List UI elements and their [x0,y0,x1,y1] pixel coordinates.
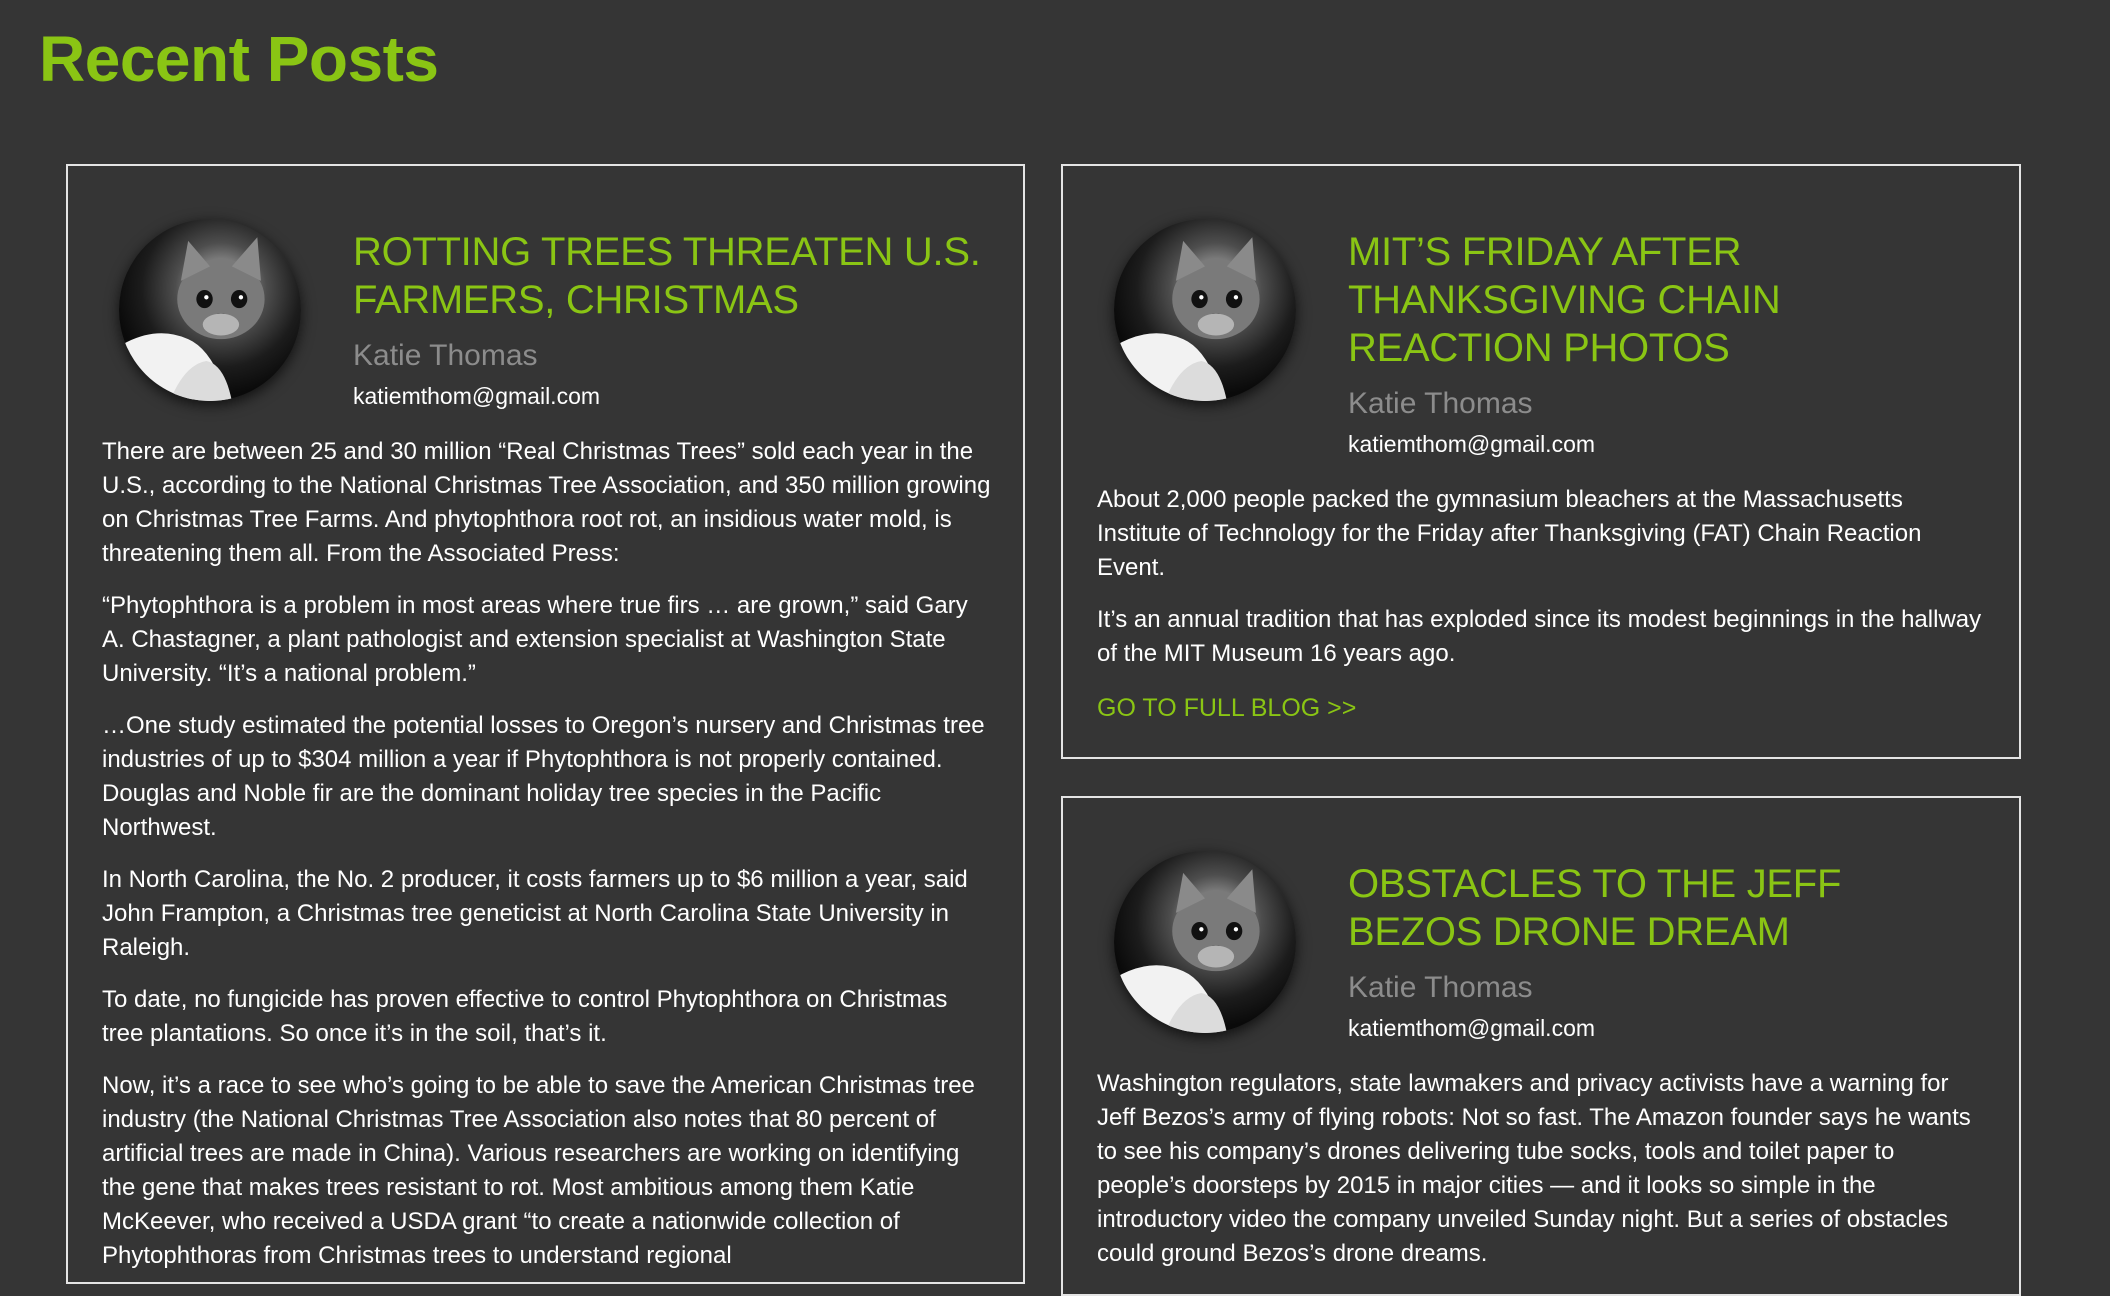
post-card: MIT’S FRIDAY AFTER THANKSGIVING CHAIN RE… [1061,164,2021,759]
page-title: Recent Posts [39,23,439,95]
author-avatar [119,219,301,401]
post-card: OBSTACLES TO THE JEFF BEZOS DRONE DREAM … [1061,796,2021,1296]
post-title[interactable]: OBSTACLES TO THE JEFF BEZOS DRONE DREAM [1348,860,1979,956]
post-paragraph: Now, it’s a race to see who’s going to b… [102,1072,975,1269]
post-title[interactable]: MIT’S FRIDAY AFTER THANKSGIVING CHAIN RE… [1348,228,1979,372]
post-card: ROTTING TREES THREATEN U.S. FARMERS, CHR… [66,164,1025,1284]
author-name: Katie Thomas [1348,387,1533,420]
post-paragraph: To date, no fungicide has proven effecti… [102,986,948,1047]
post-title[interactable]: ROTTING TREES THREATEN U.S. FARMERS, CHR… [353,228,983,324]
author-name: Katie Thomas [1348,971,1533,1004]
author-avatar [1114,219,1296,401]
author-email: katiemthom@gmail.com [353,383,601,409]
post-paragraph: …One study estimated the potential losse… [102,712,985,841]
read-more-link[interactable]: GO TO FULL BLOG >> [1097,691,1356,725]
author-name: Katie Thomas [353,339,538,372]
post-body: There are between 25 and 30 million “Rea… [102,435,993,1282]
kitten-avatar-icon [1114,869,1260,1033]
kitten-avatar-icon [119,237,265,401]
kitten-avatar-icon [1114,237,1260,401]
post-body: About 2,000 people packed the gymnasium … [1097,483,1989,725]
post-paragraph: There are between 25 and 30 million “Rea… [102,438,991,567]
post-paragraph: Washington regulators, state lawmakers a… [1097,1070,1971,1267]
author-email: katiemthom@gmail.com [1348,1015,1596,1041]
post-paragraph: In North Carolina, the No. 2 producer, i… [102,866,968,961]
author-avatar [1114,851,1296,1033]
post-paragraph: About 2,000 people packed the gymnasium … [1097,486,1922,581]
author-email: katiemthom@gmail.com [1348,431,1596,457]
post-paragraph: “Phytophthora is a problem in most areas… [102,592,968,687]
post-paragraph: It’s an annual tradition that has explod… [1097,606,1982,667]
